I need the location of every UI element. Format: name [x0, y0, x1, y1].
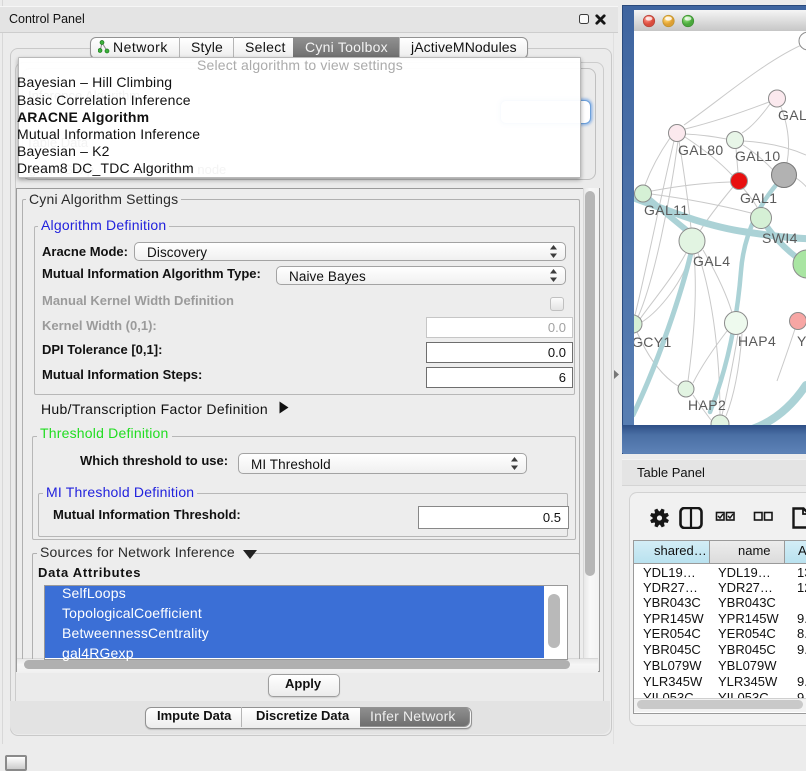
svg-text:GCY1: GCY1: [634, 334, 672, 350]
svg-text:GAL4: GAL4: [693, 253, 730, 269]
svg-text:GAL80: GAL80: [678, 142, 724, 158]
svg-text:SWI4: SWI4: [762, 230, 798, 246]
svg-text:HAP4: HAP4: [738, 333, 776, 349]
svg-text:Y: Y: [797, 333, 806, 349]
svg-text:HAP2: HAP2: [688, 397, 726, 413]
svg-text:GAL10: GAL10: [735, 148, 781, 164]
svg-text:GAL1: GAL1: [740, 190, 777, 206]
svg-text:GAL7: GAL7: [778, 107, 806, 123]
svg-text:GAL11: GAL11: [644, 202, 689, 218]
